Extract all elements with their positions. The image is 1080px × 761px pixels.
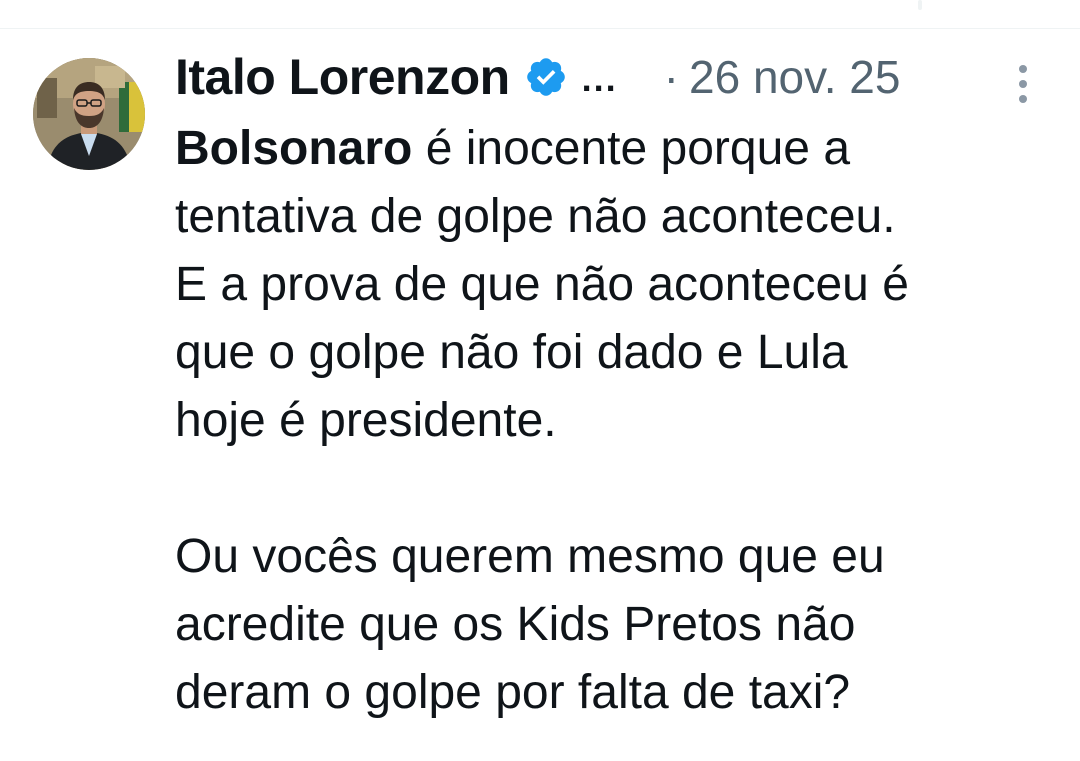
text-line: Ou vocês querem mesmo que eu [175,530,885,583]
text-line: acredite que os Kids Pretos não [175,598,856,651]
avatar-image [33,58,145,170]
more-dot [1019,65,1027,73]
text-line: Bolsonaro é inocente porque a [175,115,1055,183]
tweet-header: Italo Lorenzon ... · 26 nov. 25 [175,45,1045,109]
text-line: tentativa de golpe não aconteceu. [175,190,896,243]
tweet-text: Bolsonaro é inocente porque a tentativa … [175,115,1055,727]
text-line-segment: é inocente porque a [412,122,851,175]
meta-separator: · [663,51,679,103]
text-bold-name[interactable]: Bolsonaro [175,122,412,175]
text-line: hoje é presidente. [175,394,557,447]
author-ellipsis: ... [581,58,618,99]
more-dot [1019,95,1027,103]
more-vertical-icon[interactable] [1016,65,1030,105]
top-edge-mark [918,0,922,10]
tweet[interactable]: Italo Lorenzon ... · 26 nov. 25 Bolsonar… [0,29,1080,761]
tweet-timestamp[interactable]: 26 nov. 25 [689,50,900,104]
text-line: E a prova de que não aconteceu é [175,258,909,311]
text-line: deram o golpe por falta de taxi? [175,666,851,719]
text-line: que o golpe não foi dado e Lula [175,326,848,379]
author-name[interactable]: Italo Lorenzon [175,48,510,106]
avatar[interactable] [33,58,145,170]
verified-badge-icon[interactable] [524,55,568,99]
more-dot [1019,80,1027,88]
